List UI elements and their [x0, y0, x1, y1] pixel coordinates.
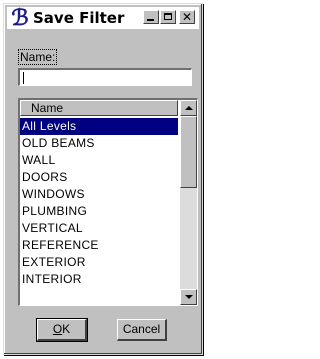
- list-scrollbar[interactable]: [180, 100, 197, 305]
- list-item[interactable]: WALL: [20, 152, 178, 169]
- save-filter-dialog: ℬ Save Filter ✕ Name: Name All Levels OLD…: [3, 3, 203, 355]
- list-item[interactable]: VERTICAL: [20, 220, 178, 237]
- title-bar[interactable]: ℬ Save Filter ✕: [7, 7, 199, 29]
- list-item[interactable]: All Levels: [20, 118, 178, 135]
- list-item[interactable]: EXTERIOR: [20, 254, 178, 271]
- list-item[interactable]: PLUMBING: [20, 203, 178, 220]
- ok-label-rest: K: [62, 322, 71, 336]
- close-icon: ✕: [181, 10, 193, 24]
- close-button[interactable]: ✕: [179, 10, 195, 24]
- window-title: Save Filter: [33, 9, 125, 27]
- minimize-icon: [147, 19, 154, 21]
- list-item[interactable]: DOORS: [20, 169, 178, 186]
- list-column-header[interactable]: Name: [20, 100, 178, 116]
- app-b-icon: ℬ: [11, 5, 29, 30]
- minimize-button[interactable]: [143, 10, 159, 24]
- list-item[interactable]: REFERENCE: [20, 237, 178, 254]
- list-item[interactable]: OLD BEAMS: [20, 135, 178, 152]
- list-item[interactable]: INTERIOR: [20, 271, 178, 288]
- scroll-thumb[interactable]: [180, 116, 197, 188]
- level-list[interactable]: Name All Levels OLD BEAMS WALL DOORS WINDOWS…: [18, 98, 198, 306]
- name-label: Name:: [18, 49, 58, 65]
- name-input[interactable]: [18, 68, 192, 86]
- scroll-up-button[interactable]: [180, 100, 197, 116]
- list-items: All Levels OLD BEAMS WALL DOORS WINDOWS PLUMB…: [20, 118, 178, 288]
- text-caret: [23, 72, 24, 84]
- arrow-down-icon: [185, 295, 193, 299]
- maximize-icon: [164, 13, 172, 20]
- scroll-down-button[interactable]: [180, 289, 197, 305]
- cancel-button[interactable]: Cancel: [117, 319, 167, 341]
- arrow-up-icon: [185, 106, 193, 110]
- ok-mnemonic: O: [52, 322, 63, 336]
- list-item[interactable]: WINDOWS: [20, 186, 178, 203]
- maximize-button[interactable]: [160, 10, 176, 24]
- ok-button[interactable]: OK: [36, 318, 88, 342]
